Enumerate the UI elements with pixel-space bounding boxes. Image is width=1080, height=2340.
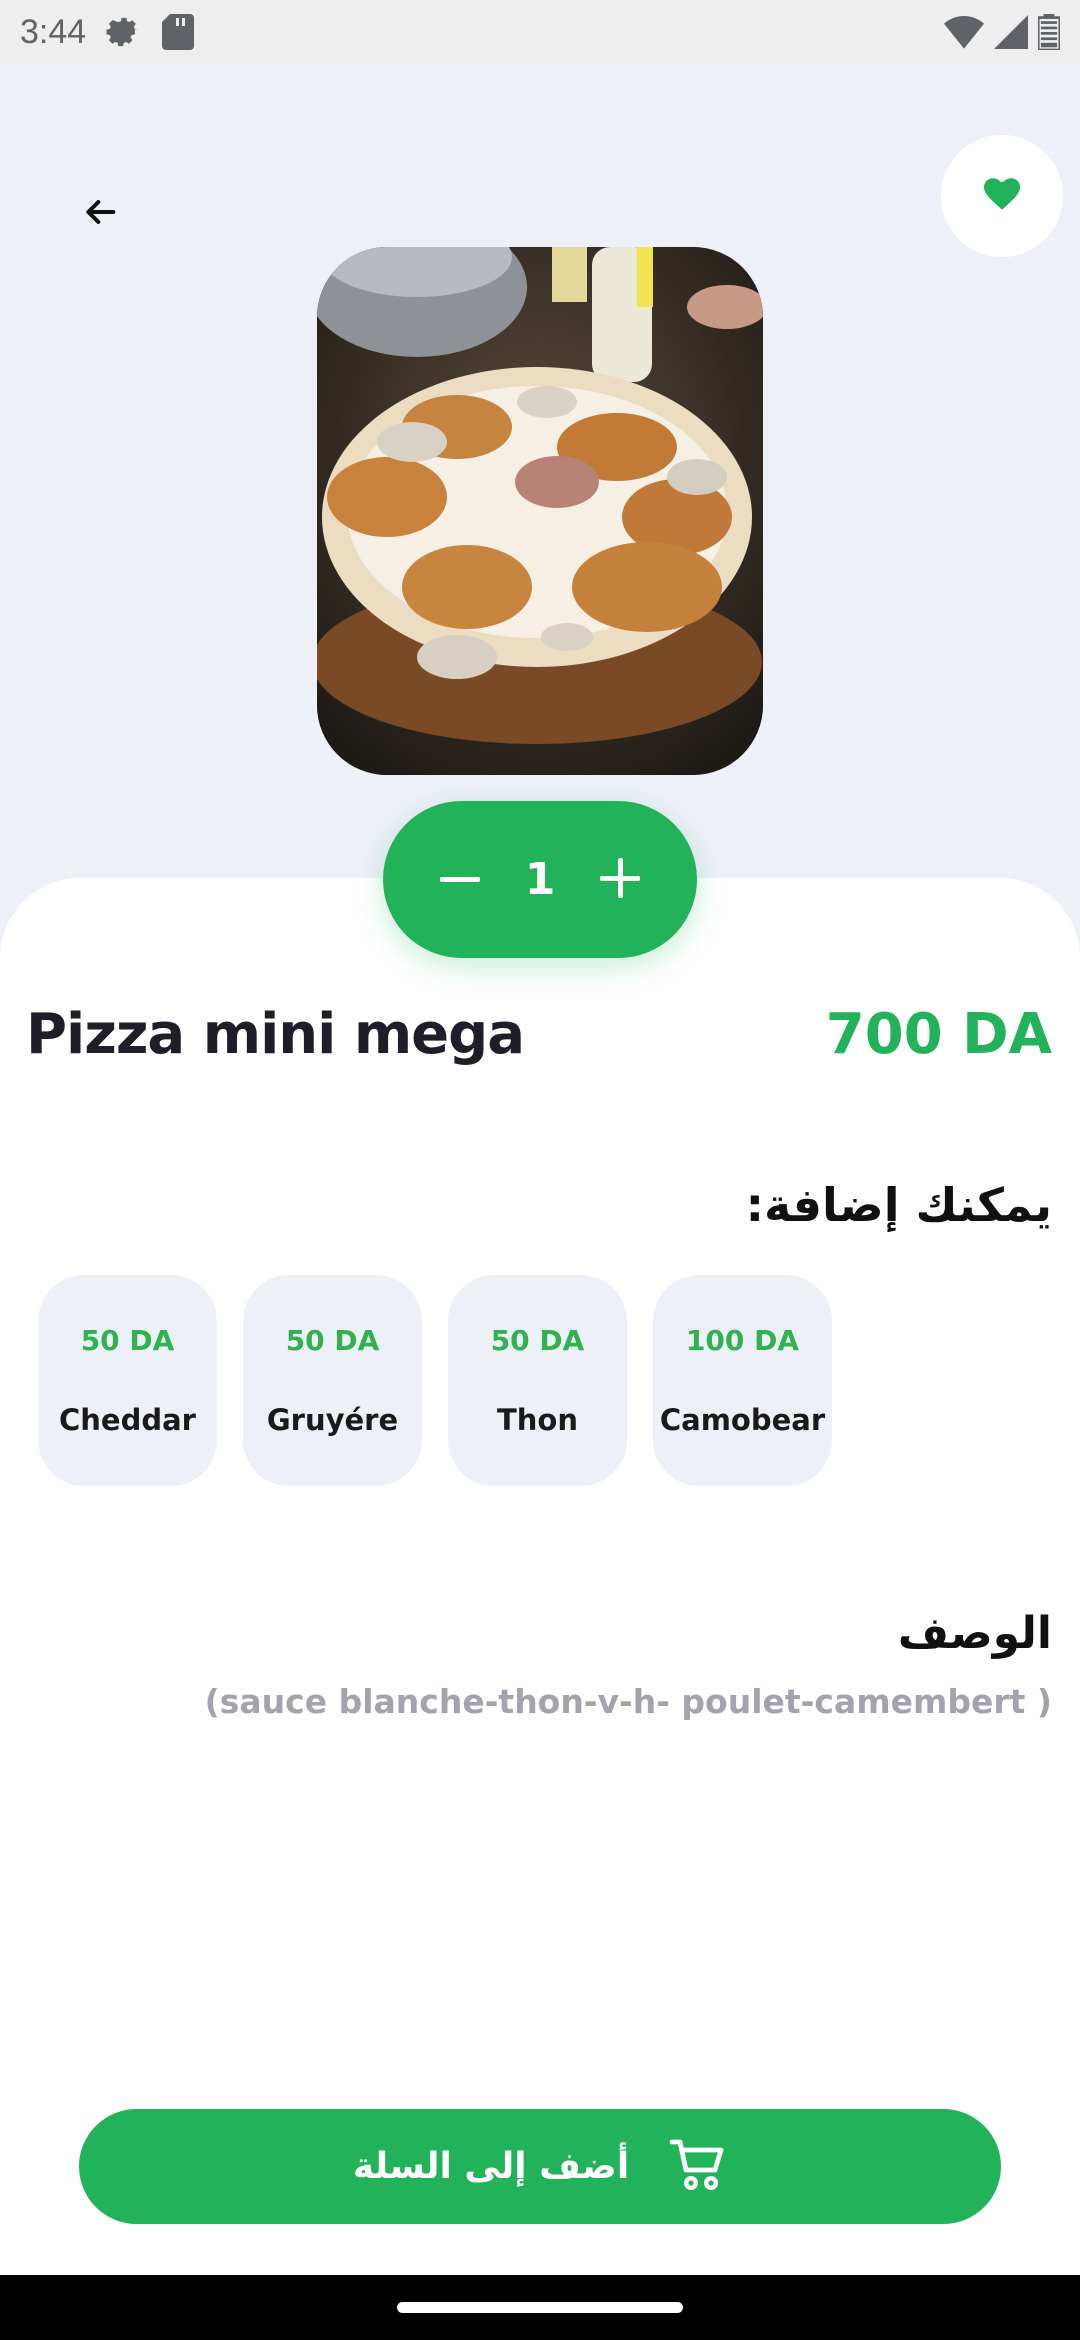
addon-price: 50 DA — [490, 1324, 585, 1357]
addon-card-thon[interactable]: 50 DA Thon — [448, 1275, 627, 1486]
addon-card-cheddar[interactable]: 50 DA Cheddar — [38, 1275, 217, 1486]
cell-signal-icon — [994, 15, 1028, 49]
plus-icon — [600, 857, 640, 902]
quantity-stepper: 1 — [383, 801, 697, 958]
decrease-quantity-button[interactable] — [423, 843, 497, 917]
back-button[interactable] — [60, 174, 140, 254]
addons-title: يمكنك إضافة: — [745, 1178, 1052, 1232]
add-to-cart-button[interactable]: أضف إلى السلة — [79, 2109, 1001, 2224]
increase-quantity-button[interactable] — [583, 843, 657, 917]
addon-name: Gruyére — [266, 1403, 399, 1437]
product-details-sheet — [0, 878, 1080, 2275]
product-name: Pizza mini mega — [26, 1002, 525, 1067]
heart-icon — [984, 178, 1020, 214]
addon-name: Cheddar — [59, 1403, 196, 1437]
sd-card-icon — [162, 14, 195, 50]
addon-card-gruyere[interactable]: 50 DA Gruyére — [243, 1275, 422, 1486]
status-right — [944, 14, 1060, 50]
add-to-cart-label: أضف إلى السلة — [352, 2146, 630, 2187]
status-time: 3:44 — [20, 12, 87, 51]
addons-list: 50 DA Cheddar 50 DA Gruyére 50 DA Thon 1… — [38, 1275, 832, 1486]
addon-price: 50 DA — [80, 1324, 175, 1357]
favorite-button[interactable] — [941, 135, 1063, 257]
description-title: الوصف — [897, 1608, 1052, 1659]
home-indicator[interactable] — [397, 2302, 683, 2313]
product-price: 700 DA — [825, 1002, 1052, 1067]
addon-card-camobear[interactable]: 100 DA Camobear — [653, 1275, 832, 1486]
addon-price: 50 DA — [285, 1324, 380, 1357]
battery-icon — [1038, 14, 1060, 50]
quantity-value: 1 — [524, 854, 556, 905]
cart-icon — [669, 2138, 727, 2196]
status-bar: 3:44 — [0, 0, 1080, 64]
minus-icon — [440, 870, 480, 889]
product-image — [317, 247, 763, 775]
description-text: (sauce blanche-thon-v-h- poulet-camember… — [204, 1682, 1052, 1721]
settings-gear-icon — [104, 12, 144, 52]
addon-name: Thon — [497, 1403, 578, 1437]
addon-name: Camobear — [659, 1403, 826, 1437]
addon-price: 100 DA — [685, 1324, 800, 1357]
status-left: 3:44 — [20, 12, 195, 52]
arrow-left-icon — [80, 192, 120, 236]
wifi-icon — [944, 15, 984, 49]
